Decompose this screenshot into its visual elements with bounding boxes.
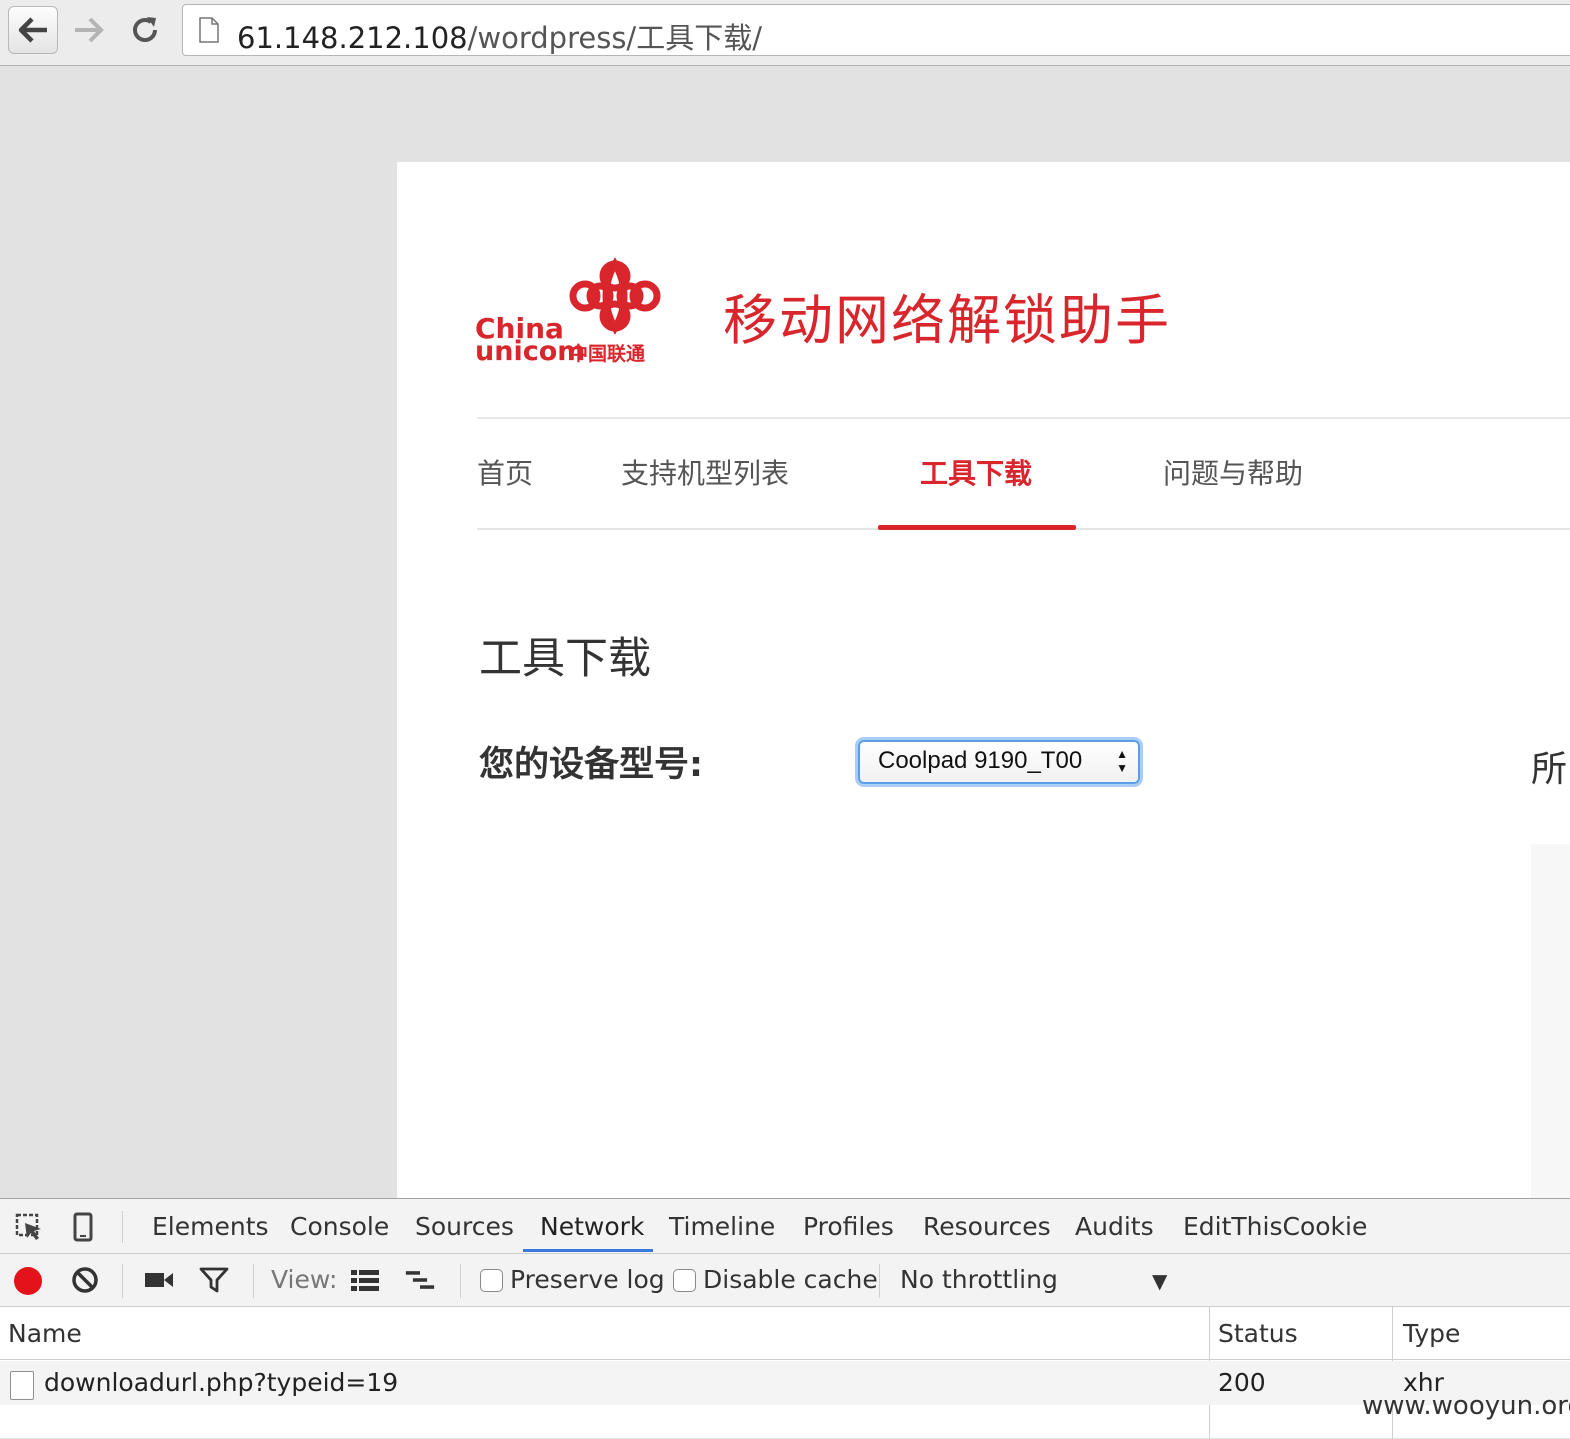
tab-resources[interactable]: Resources [923, 1212, 1051, 1241]
devtools-panel: Elements Console Sources Network Timelin… [0, 1198, 1570, 1439]
reload-icon [133, 17, 157, 42]
device-model-select[interactable]: Coolpad 9190_T00 ▲ ▼ [858, 740, 1140, 784]
separator [879, 1264, 880, 1298]
reload-button[interactable] [120, 6, 170, 54]
filter-icon[interactable] [199, 1265, 229, 1295]
page-title: 工具下载 [479, 634, 651, 684]
inspect-element-icon[interactable] [14, 1212, 44, 1242]
device-mode-icon[interactable] [68, 1212, 98, 1242]
tab-timeline[interactable]: Timeline [669, 1212, 775, 1241]
device-model-value: Coolpad 9190_T00 [878, 747, 1083, 774]
tab-audits[interactable]: Audits [1075, 1212, 1154, 1241]
video-camera-icon[interactable] [144, 1265, 174, 1295]
tab-elements[interactable]: Elements [152, 1212, 269, 1241]
china-unicom-logo[interactable]: China unicom 中国联通 [475, 254, 680, 374]
device-model-label: 您的设备型号: [479, 745, 703, 785]
address-bar[interactable]: 61.148.212.108/wordpress/工具下载/ [182, 4, 1570, 56]
url-text: 61.148.212.108/wordpress/工具下载/ [237, 15, 762, 57]
view-label: View: [271, 1265, 338, 1294]
network-table-header: Name Status Type [0, 1307, 1570, 1360]
devtools-tabbar: Elements Console Sources Network Timelin… [0, 1199, 1570, 1254]
throttling-select[interactable]: No throttling [900, 1265, 1058, 1294]
browser-toolbar: 61.148.212.108/wordpress/工具下载/ [0, 0, 1570, 66]
column-header-type[interactable]: Type [1403, 1319, 1460, 1348]
arrow-left-icon [18, 17, 47, 43]
tab-editthiscookie[interactable]: EditThisCookie [1183, 1212, 1367, 1241]
separator [460, 1264, 461, 1298]
column-header-name[interactable]: Name [8, 1319, 82, 1348]
content-card: China unicom 中国联通 移动网络解锁助手 首页 支持机型列表 工具下… [397, 162, 1570, 1198]
column-header-status[interactable]: Status [1218, 1319, 1298, 1348]
separator [253, 1264, 254, 1298]
request-status: 200 [1218, 1368, 1266, 1397]
url-host: 61.148.212.108 [237, 21, 468, 55]
nav-active-indicator [878, 525, 1076, 530]
disable-cache-checkbox[interactable] [673, 1269, 696, 1292]
file-icon [10, 1371, 34, 1400]
table-row[interactable]: downloadurl.php?typeid=19 200 xhr [0, 1361, 1570, 1405]
preserve-log-checkbox[interactable] [480, 1269, 503, 1292]
arrow-right-icon [75, 17, 104, 43]
site-title: 移动网络解锁助手 [723, 289, 1171, 352]
page-icon [199, 17, 219, 43]
tab-profiles[interactable]: Profiles [803, 1212, 894, 1241]
page-viewport: China unicom 中国联通 移动网络解锁助手 首页 支持机型列表 工具下… [0, 66, 1570, 1198]
back-button[interactable] [8, 6, 58, 54]
tab-sources[interactable]: Sources [415, 1212, 514, 1241]
nav-item-supported-models[interactable]: 支持机型列表 [621, 452, 789, 492]
watermark: www.wooyun.org [1362, 1391, 1570, 1421]
nav-item-help[interactable]: 问题与帮助 [1163, 452, 1303, 492]
url-path: /wordpress/工具下载/ [467, 21, 762, 55]
logo-text-cn: 中国联通 [569, 342, 646, 365]
preserve-log-label[interactable]: Preserve log [510, 1265, 665, 1294]
select-arrows-icon: ▲ ▼ [1116, 747, 1128, 775]
disable-cache-label[interactable]: Disable cache [703, 1265, 878, 1294]
nav-item-tool-download[interactable]: 工具下载 [920, 452, 1032, 492]
tab-console[interactable]: Console [290, 1212, 389, 1241]
network-toolbar: View: Preserve log Disable cache No thro… [0, 1254, 1570, 1307]
active-tab-indicator [523, 1249, 653, 1252]
forward-button[interactable] [64, 6, 114, 54]
large-rows-icon[interactable] [350, 1265, 380, 1295]
divider [477, 417, 1570, 419]
separator [122, 1211, 123, 1243]
tab-network[interactable]: Network [540, 1212, 644, 1241]
dropdown-caret-icon[interactable]: ▼ [1152, 1269, 1167, 1293]
right-column-heading: 所 [1531, 749, 1568, 790]
request-name[interactable]: downloadurl.php?typeid=19 [44, 1368, 398, 1397]
separator [122, 1264, 123, 1298]
right-column-panel [1531, 844, 1570, 1198]
clear-icon[interactable] [70, 1265, 100, 1295]
record-icon[interactable] [14, 1267, 42, 1295]
waterfall-overview-icon[interactable] [405, 1265, 435, 1295]
nav-item-home[interactable]: 首页 [477, 452, 533, 492]
